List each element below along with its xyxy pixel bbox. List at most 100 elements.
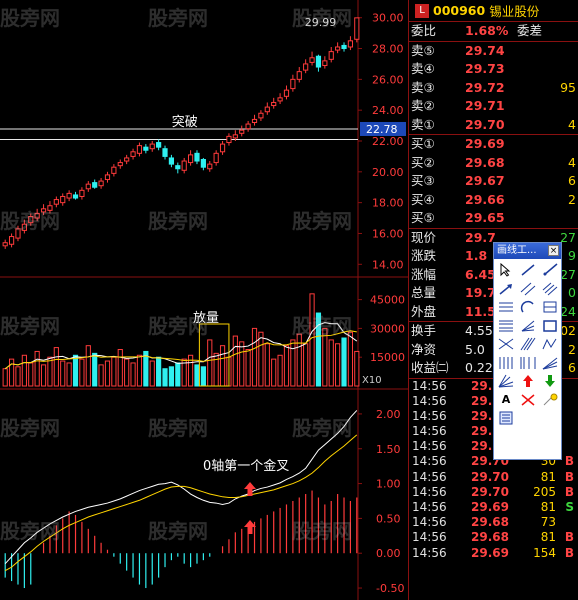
fibonacci-lines-icon[interactable] (495, 317, 517, 336)
candle-body (2, 242, 8, 247)
volume-bar (34, 350, 40, 387)
volume-bar (72, 354, 79, 387)
macd-dea-line (4, 434, 358, 572)
horizontal-lines-icon[interactable] (495, 298, 517, 317)
tick-direction: B (564, 454, 574, 469)
stat-row-label: 外盘 (411, 303, 437, 319)
time-zone-icon[interactable] (517, 354, 539, 373)
candle-body (92, 182, 98, 188)
drawing-toolbox[interactable]: 画线工... × A (493, 242, 562, 460)
tick-volume: 73 (540, 515, 556, 530)
stat-row-ext: 0 (568, 285, 576, 300)
buy-level-4-value: 29.66 (465, 191, 505, 207)
tick-time: 14:56 (412, 469, 447, 484)
candle-body (124, 157, 130, 162)
fan-lines-icon[interactable] (539, 354, 561, 373)
down-arrow-icon[interactable] (539, 372, 561, 391)
volume-bar (85, 345, 91, 387)
y-tick-label: 26.00 (372, 73, 404, 86)
tick-time: 14:56 (412, 439, 447, 454)
volume-annotation: 放量 (193, 311, 219, 326)
tick-time: 14:56 (412, 484, 447, 499)
candle-body (213, 152, 219, 164)
volume-bar (8, 358, 15, 387)
hide-lines-icon[interactable] (539, 391, 561, 410)
volume-bar (156, 356, 162, 387)
arrow-line-icon[interactable] (495, 280, 517, 299)
tick-volume: 154 (533, 545, 556, 560)
tick-direction: B (564, 484, 574, 499)
candle-body (85, 183, 91, 190)
fan-rays-icon[interactable] (495, 372, 517, 391)
buy-level-5-value: 29.65 (465, 210, 505, 225)
cycle-lines-icon[interactable] (495, 354, 517, 373)
volume-bar (213, 352, 219, 387)
toolbox-close-button[interactable]: × (548, 245, 559, 256)
stock-chart-svg[interactable]: 30.00 28.00 26.00 24.00 22.00 20.00 18.00 16.00… (0, 0, 408, 600)
buy-level-3-ext: 6 (568, 173, 576, 188)
sell-level-2-label: 卖② (411, 98, 435, 113)
volume-bar (60, 360, 66, 387)
buy-level-4-label: 买④ (411, 191, 435, 207)
tick-row: 14:56 29.69 154 B (409, 546, 578, 561)
percent-lines-icon[interactable] (539, 298, 561, 317)
volume-bar (92, 352, 98, 387)
volume-bar (277, 354, 283, 387)
rectangle-icon[interactable] (539, 317, 561, 336)
tick-time: 14:56 (412, 530, 447, 545)
trend-channel-icon[interactable] (495, 335, 517, 354)
candle-body (79, 189, 85, 197)
parallel-lines-icon[interactable] (517, 280, 539, 299)
toolbox-grid: A (494, 259, 561, 428)
volume-bar (335, 343, 341, 387)
volume-bar (130, 362, 136, 387)
gann-lines-icon[interactable] (517, 317, 539, 336)
volume-bar (290, 339, 296, 387)
volume-bar (341, 337, 347, 387)
properties-icon[interactable] (495, 409, 517, 428)
volume-bar (28, 362, 34, 387)
extra-row-value: 0.22 (465, 360, 493, 375)
cursor-arrow-icon[interactable] (495, 261, 517, 280)
line-segment-icon[interactable] (517, 261, 539, 280)
volume-bar (207, 339, 213, 387)
sell-level-3: 卖③ 29.72 95 (409, 79, 578, 98)
tick-time: 14:56 (412, 500, 447, 514)
text-tool-icon[interactable]: A (495, 391, 517, 410)
high-price-label: 29.99 (305, 16, 337, 29)
sell-level-3-ext: 95 (560, 79, 576, 95)
delete-lines-icon[interactable] (517, 391, 539, 410)
stock-header[interactable]: L 000960 锡业股份 (409, 0, 578, 22)
volume-bar (168, 366, 175, 387)
candle-body (277, 97, 283, 102)
tick-direction: B (564, 469, 574, 484)
toolbox-title[interactable]: 画线工... × (494, 243, 561, 259)
wave-lines-icon[interactable] (539, 335, 561, 354)
speed-lines-icon[interactable] (517, 335, 539, 354)
y-tick-label: 18.00 (372, 197, 404, 210)
arc-icon[interactable] (517, 298, 539, 317)
sell-level-2-value: 29.71 (465, 98, 505, 113)
stat-row-label: 涨幅 (411, 266, 437, 282)
volume-bar (47, 356, 53, 387)
channel-lines-icon[interactable] (539, 280, 561, 299)
candle-body (98, 180, 104, 187)
sell-level-3-value: 29.72 (465, 79, 505, 95)
candle-body (200, 158, 206, 168)
candle-body (303, 63, 309, 71)
volume-bar (111, 356, 117, 387)
stat-row-value: 11.5 (465, 303, 496, 319)
volume-bar (149, 360, 155, 387)
tick-price: 29.70 (471, 469, 509, 484)
ray-line-icon[interactable] (539, 261, 561, 280)
volume-bar (136, 354, 143, 387)
tick-direction: S (565, 500, 574, 514)
buy-level-2: 买② 29.68 4 (409, 154, 578, 173)
extra-row-ext: 2 (568, 341, 576, 357)
candle-body (40, 208, 47, 213)
up-arrow-icon[interactable] (517, 372, 539, 391)
ratio-diff-label: 委差 (516, 23, 542, 38)
volume-bar (66, 362, 72, 387)
chart-area[interactable]: 30.00 28.00 26.00 24.00 22.00 20.00 18.00 16.00… (0, 0, 408, 600)
sell-level-1: 卖① 29.70 4 (409, 116, 578, 135)
